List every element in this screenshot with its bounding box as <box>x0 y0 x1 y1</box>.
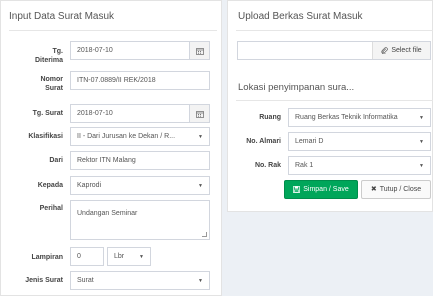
caret-down-icon: ▼ <box>198 277 203 284</box>
lampiran-unit-value: Lbr <box>114 253 125 260</box>
lampiran-label: Lampiran <box>31 254 63 261</box>
no-almari-label: No. Almari <box>246 138 281 145</box>
storage-location-title: Lokasi penyimpanan sura... <box>238 82 355 93</box>
close-button[interactable]: ✖ Tutup / Close <box>361 180 431 199</box>
file-input[interactable]: Select file <box>237 41 431 60</box>
panel-title: Upload Berkas Surat Masuk <box>238 11 363 22</box>
caret-down-icon: ▼ <box>139 253 144 260</box>
nomor-surat-label: Nomor Surat <box>1 75 63 93</box>
close-icon: ✖ <box>370 186 377 193</box>
tgl-diterima-input[interactable]: 2018-07-10 <box>70 41 210 60</box>
no-rak-value: Rak 1 <box>295 162 314 169</box>
caret-down-icon: ▼ <box>419 162 424 169</box>
nomor-surat-value: ITN-07.0889/II REK/2018 <box>77 77 156 84</box>
klasifikasi-value: II - Dari Jurusan ke Dekan / R... <box>77 133 176 140</box>
no-rak-select[interactable]: Rak 1 ▼ <box>288 156 431 175</box>
perihal-value: Undangan Seminar <box>77 210 138 217</box>
kepada-select[interactable]: Kaprodi ▼ <box>70 176 210 195</box>
select-file-button[interactable]: Select file <box>372 42 430 59</box>
label-line: Nomor <box>40 76 63 83</box>
perihal-textarea[interactable]: Undangan Seminar <box>70 200 210 240</box>
dari-input[interactable]: Rektor ITN Malang <box>70 151 210 170</box>
no-almari-select[interactable]: Lemari D ▼ <box>288 132 431 151</box>
jenis-surat-value: Surat <box>77 277 94 284</box>
no-rak-label: No. Rak <box>254 162 281 169</box>
label-line: Tg. <box>52 48 64 55</box>
kepada-value: Kaprodi <box>77 182 102 189</box>
tgl-surat-value: 2018-07-10 <box>77 110 113 117</box>
divider <box>9 30 217 31</box>
dari-value: Rektor ITN Malang <box>77 157 136 164</box>
nomor-surat-input[interactable]: ITN-07.0889/II REK/2018 <box>70 71 210 90</box>
lampiran-unit-select[interactable]: Lbr ▼ <box>107 247 151 266</box>
divider <box>236 30 433 31</box>
select-file-label: Select file <box>391 47 422 54</box>
panel-title: Input Data Surat Masuk <box>9 11 115 22</box>
tgl-diterima-label: Tg. Diterima <box>1 47 63 65</box>
klasifikasi-select[interactable]: II - Dari Jurusan ke Dekan / R... ▼ <box>70 127 210 146</box>
tgl-surat-input[interactable]: 2018-07-10 <box>70 104 210 123</box>
label-line: Surat <box>45 85 63 92</box>
caret-down-icon: ▼ <box>419 114 424 121</box>
jenis-surat-label: Jenis Surat <box>25 277 63 284</box>
caret-down-icon: ▼ <box>419 138 424 145</box>
klasifikasi-label: Klasifikasi <box>28 133 63 140</box>
save-icon <box>293 186 301 193</box>
ruang-label: Ruang <box>259 114 281 121</box>
save-button[interactable]: Simpan / Save <box>284 180 358 199</box>
calendar-icon[interactable] <box>189 42 209 59</box>
tgl-surat-label: Tg. Surat <box>32 110 63 117</box>
perihal-label: Perihal <box>39 205 63 212</box>
no-almari-value: Lemari D <box>295 138 324 145</box>
kepada-label: Kepada <box>37 182 63 189</box>
lampiran-input[interactable]: 0 <box>70 247 104 266</box>
calendar-icon[interactable] <box>189 105 209 122</box>
input-surat-masuk-panel: Input Data Surat Masuk Tg. Diterima 2018… <box>0 0 222 296</box>
divider <box>236 100 433 101</box>
ruang-select[interactable]: Ruang Berkas Teknik Informatika ▼ <box>288 108 431 127</box>
paperclip-icon <box>381 47 389 54</box>
jenis-surat-select[interactable]: Surat ▼ <box>70 271 210 290</box>
label-line: Diterima <box>34 57 63 64</box>
ruang-value: Ruang Berkas Teknik Informatika <box>295 114 398 121</box>
caret-down-icon: ▼ <box>198 133 203 140</box>
upload-berkas-panel: Upload Berkas Surat Masuk Select file Lo… <box>227 0 433 212</box>
dari-label: Dari <box>49 157 63 164</box>
lampiran-value: 0 <box>77 253 81 260</box>
close-label: Tutup / Close <box>379 186 422 193</box>
caret-down-icon: ▼ <box>198 182 203 189</box>
resize-grip-icon[interactable] <box>202 232 207 237</box>
save-label: Simpan / Save <box>303 186 349 193</box>
tgl-diterima-value: 2018-07-10 <box>77 47 113 54</box>
